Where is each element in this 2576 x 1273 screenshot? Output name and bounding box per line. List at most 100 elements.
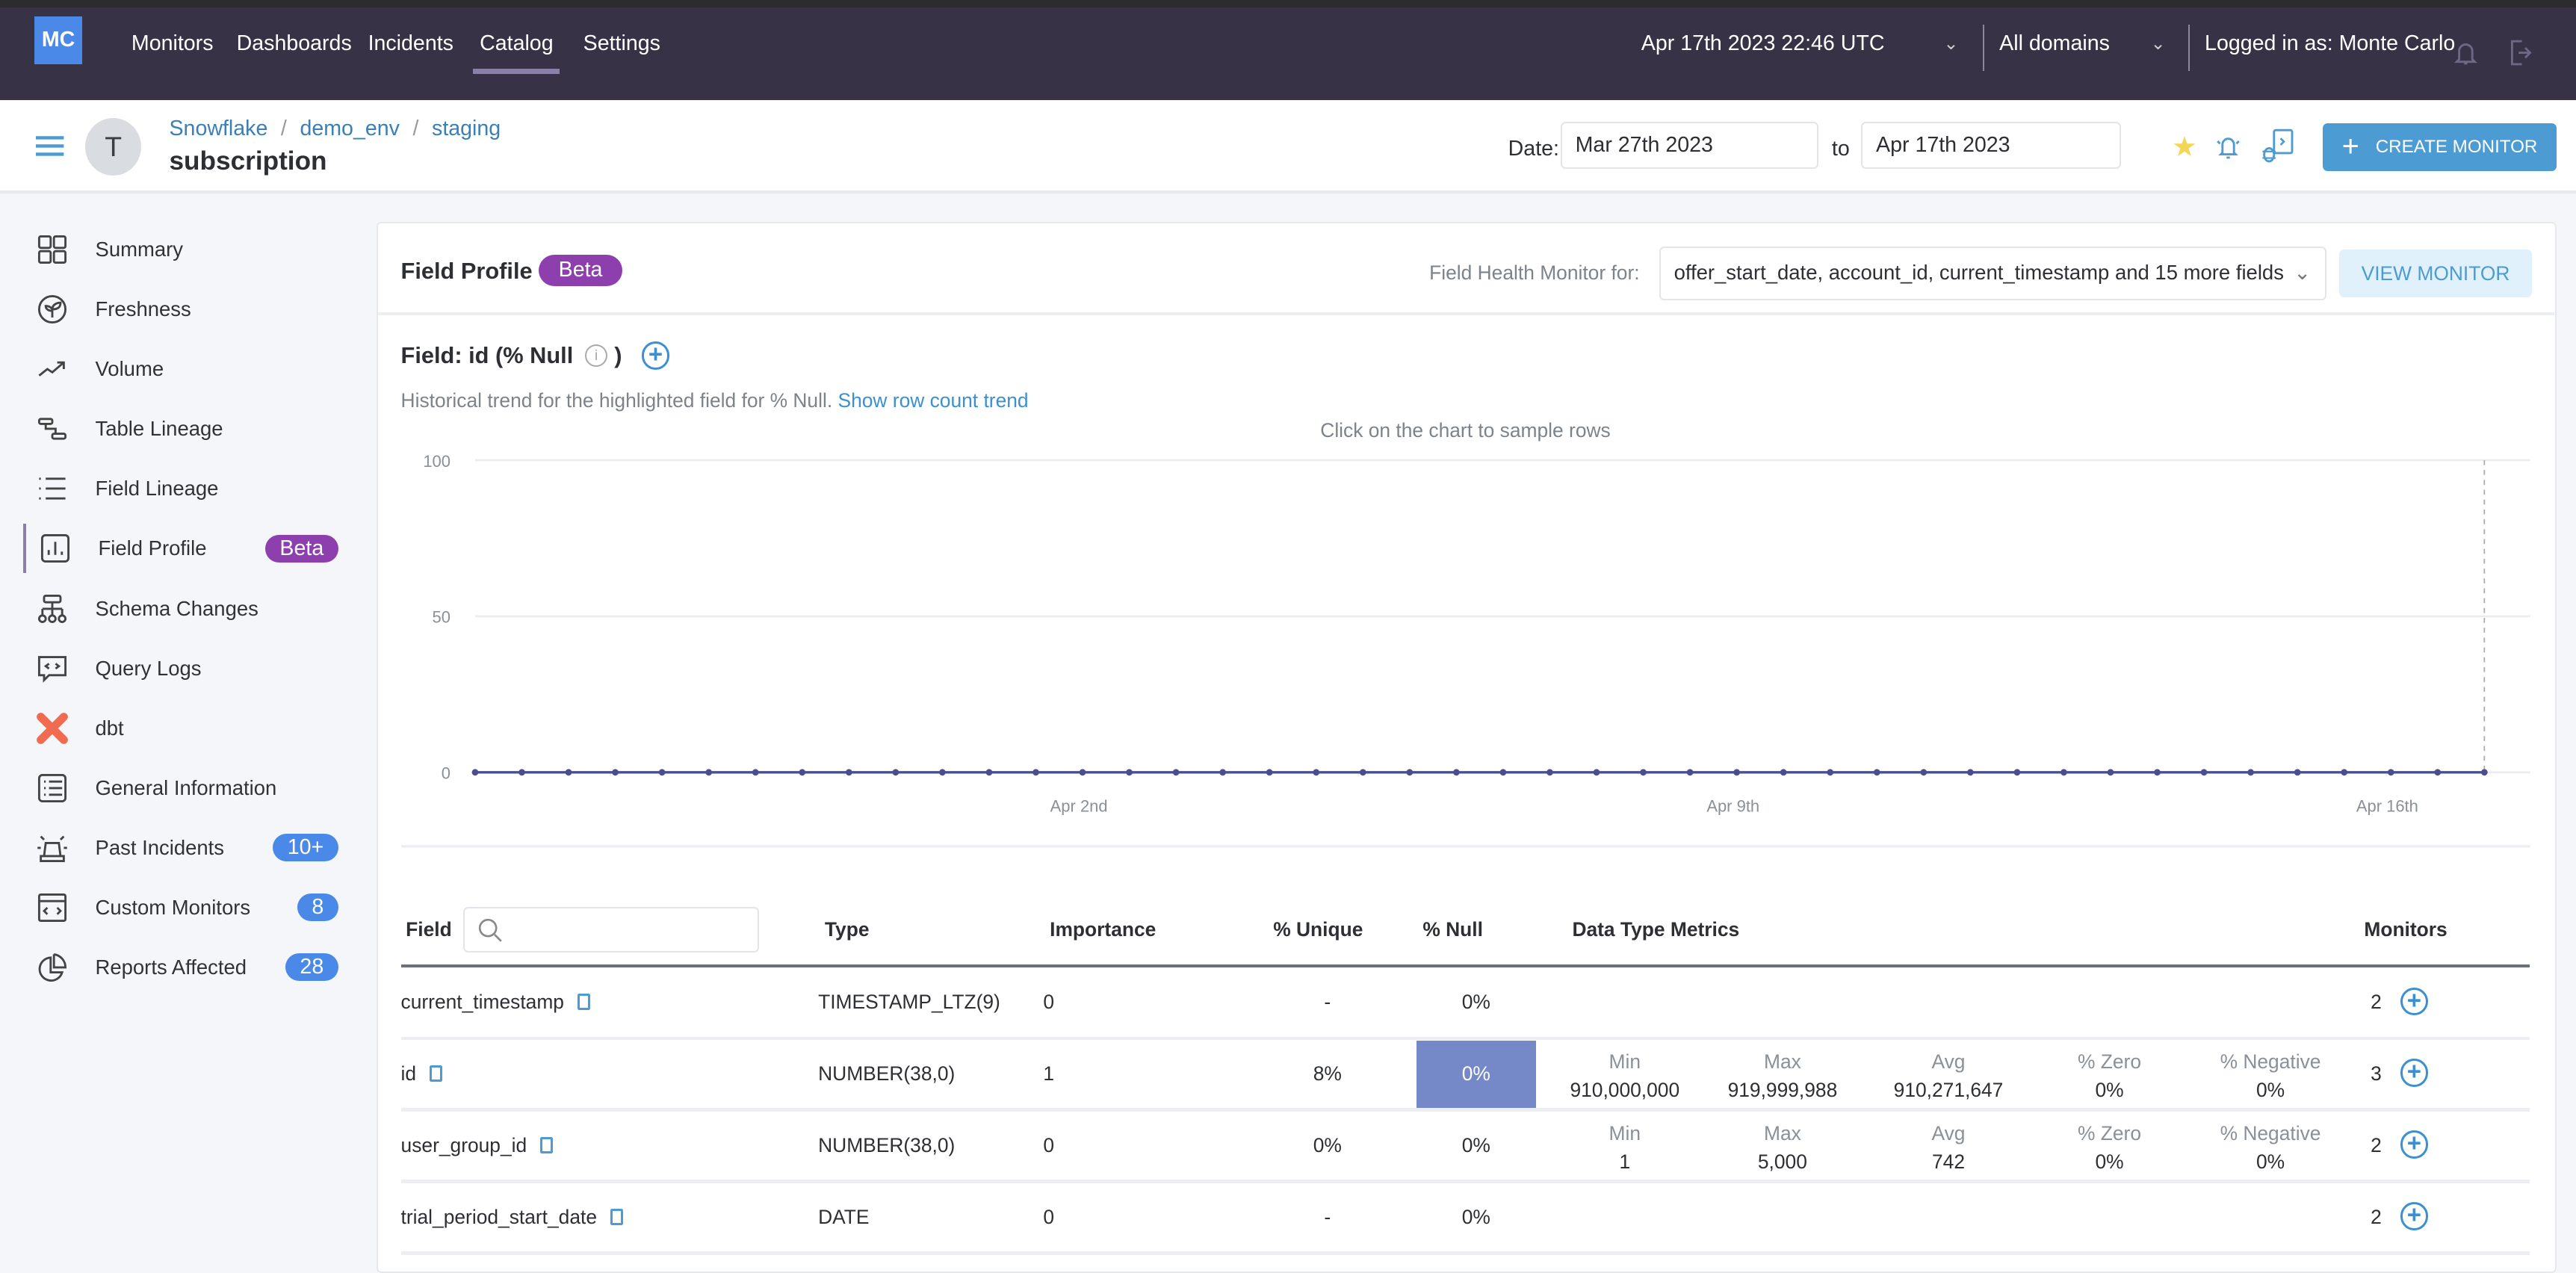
metric-value: 742 [1931,1150,1965,1173]
date-to-input[interactable]: Apr 17th 2023 [1861,121,2121,170]
unique-cell: - [1324,990,1331,1013]
trend-icon [36,353,69,385]
breadcrumb-item[interactable]: staging [432,117,501,140]
add-monitor-icon[interactable]: + [2400,1202,2429,1230]
copy-icon[interactable] [429,1065,443,1082]
show-row-count-link[interactable]: Show row count trend [837,389,1028,412]
view-monitor-button[interactable]: VIEW MONITOR [2339,250,2532,297]
metric-value: 0% [2095,1078,2124,1101]
create-monitor-button[interactable]: + CREATE MONITOR [2323,123,2557,171]
nav-dashboards[interactable]: Dashboards [237,31,352,56]
data-point [1593,769,1600,775]
metric-value: 910,271,647 [1893,1078,2004,1101]
sidebar-item-custom-monitors[interactable]: Custom Monitors 8 [23,883,352,932]
nav-monitors[interactable]: Monitors [131,31,214,56]
nav-catalog[interactable]: Catalog [473,31,560,74]
date-label: Date: [1508,136,1559,161]
data-point [1405,769,1413,775]
monitor-count: 2 [2371,990,2382,1013]
metric-label: Max [1763,1050,1801,1074]
sidebar-item-general-information[interactable]: General Information [23,764,352,813]
metric-label: % Zero [2077,1050,2141,1074]
sidebar-item-label: Field Lineage [95,477,219,501]
null-cell[interactable]: 0% [1417,1062,1537,1085]
data-point [2387,769,2394,775]
null-trend-chart[interactable]: 0 50 100 Apr 2nd Apr 9th Apr 16th [400,444,2537,855]
sidebar-item-label: Past Incidents [95,835,225,859]
column-header[interactable]: % Unique [1273,918,1363,941]
field-name: user_group_id [400,1133,527,1156]
menu-icon[interactable] [36,134,64,158]
add-monitor-icon[interactable]: + [2400,987,2429,1015]
metric-value: 910,000,000 [1570,1078,1680,1101]
data-point [1452,769,1460,775]
sidebar-item-field-profile[interactable]: Field Profile Beta [22,524,352,574]
metric-label: Max [1763,1122,1801,1145]
sidebar-item-summary[interactable]: Summary [23,225,352,274]
column-header[interactable]: % Null [1422,918,1483,941]
sidebar-item-query-logs[interactable]: Query Logs [23,644,352,693]
sidebar-item-freshness[interactable]: Freshness [23,285,352,334]
sidebar-item-label: Summary [95,238,184,261]
copy-icon[interactable] [539,1136,554,1153]
date-from-input[interactable]: Mar 27th 2023 [1561,121,1819,170]
unique-cell: - [1324,1205,1331,1228]
null-cell[interactable]: 0% [1417,1134,1537,1157]
domain-selector[interactable]: All domains [1999,31,2110,56]
sidebar-item-label: Custom Monitors [95,895,251,919]
health-monitor-select[interactable]: offer_start_date, account_id, current_ti… [1659,246,2326,301]
breadcrumb-item[interactable]: demo_env [300,117,399,140]
logo[interactable]: MC [34,16,82,64]
dbt-icon [36,712,69,745]
info-icon[interactable]: i [584,344,608,368]
field-name-cell: trial_period_start_date [401,1206,624,1229]
unique-cell: 8% [1313,1062,1342,1085]
field-search-input[interactable] [463,906,759,953]
star-icon[interactable]: ★ [2172,130,2197,163]
datetime-selector[interactable]: Apr 17th 2023 22:46 UTC [1641,31,1885,56]
bell-icon[interactable] [2454,40,2478,66]
info-list-icon [36,772,69,805]
alarm-bell-icon[interactable] [2216,133,2241,161]
nav-incidents[interactable]: Incidents [368,31,453,56]
add-monitor-icon[interactable]: + [641,341,670,370]
null-cell[interactable]: 0% [1417,991,1537,1014]
x-tick-label: Apr 16th [2356,796,2418,815]
breadcrumb-item[interactable]: Snowflake [169,117,267,140]
data-point [845,769,852,775]
sidebar-item-table-lineage[interactable]: Table Lineage [23,404,352,453]
field-name: id [400,1062,417,1085]
add-monitor-icon[interactable]: + [2400,1059,2429,1087]
sidebar-item-schema-changes[interactable]: Schema Changes [23,584,352,634]
sidebar-item-dbt[interactable]: dbt [23,704,352,753]
sidebar-item-reports-affected[interactable]: Reports Affected 28 [23,943,352,992]
data-point [1966,769,1974,775]
chevron-down-icon[interactable]: ⌄ [1943,33,1958,55]
chevron-down-icon[interactable]: ⌄ [2150,33,2165,55]
type-cell: TIMESTAMP_LTZ(9) [818,990,1000,1013]
sidebar-item-field-lineage[interactable]: Field Lineage [23,464,352,513]
pie-icon [36,951,69,984]
metric-label: Min [1609,1122,1641,1145]
data-point [2153,769,2161,775]
metric-label: Min [1609,1050,1641,1074]
sidebar-badge: 10+ [272,833,338,862]
column-header[interactable]: Type [825,918,870,941]
logout-icon[interactable] [2509,40,2532,66]
field-title-close: ) [614,342,622,369]
field-title: Field: id (% Null i ) + [400,341,670,370]
column-header[interactable]: Importance [1050,918,1156,941]
null-cell[interactable]: 0% [1417,1206,1537,1229]
column-header[interactable]: Field [406,918,452,941]
y-tick-label: 100 [423,452,451,471]
nav-settings[interactable]: Settings [583,31,660,56]
field-title-text: Field: id (% Null [400,342,574,369]
column-header[interactable]: Data Type Metrics [1572,918,1739,941]
sidebar-item-past-incidents[interactable]: Past Incidents 10+ [23,823,352,873]
copy-icon[interactable] [577,994,591,1011]
sidebar-item-volume[interactable]: Volume [23,344,352,394]
debug-icon[interactable] [2259,128,2295,164]
logged-in-user: Logged in as: Monte Carlo [2205,31,2456,55]
add-monitor-icon[interactable]: + [2400,1130,2429,1159]
copy-icon[interactable] [610,1208,624,1225]
